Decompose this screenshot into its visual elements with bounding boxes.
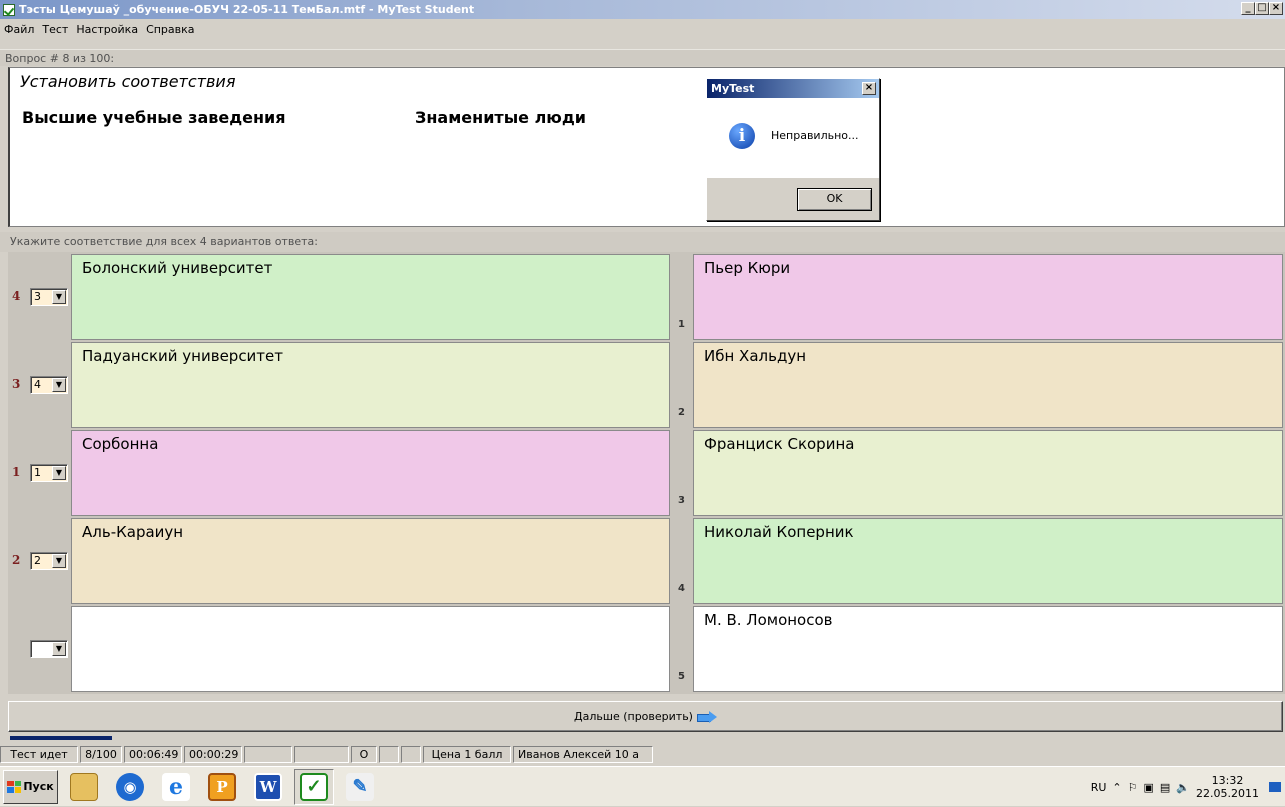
chevron-down-icon[interactable]: ▼ — [52, 554, 66, 568]
close-button[interactable]: × — [1269, 2, 1283, 15]
status-question-time: 00:00:29 — [184, 746, 242, 763]
start-button[interactable]: Пуск — [3, 769, 58, 804]
left-answer-item: Сорбонна — [71, 430, 670, 516]
match-select[interactable]: 3 ▼ — [30, 288, 68, 306]
next-check-button[interactable]: Дальше (проверить) — [8, 701, 1283, 732]
status-state: Тест идет — [0, 746, 78, 763]
info-icon: i — [729, 123, 755, 149]
match-select-value: 2 — [34, 554, 41, 567]
tray-expand-icon[interactable]: ⌃ — [1112, 781, 1121, 794]
status-price: Цена 1 балл — [423, 746, 511, 763]
word-icon[interactable]: W — [248, 769, 288, 805]
media-player-icon[interactable]: ◉ — [110, 769, 150, 805]
right-answer-item: Ибн Хальдун — [693, 342, 1283, 428]
left-item-number: 2 — [12, 553, 21, 567]
chevron-down-icon[interactable]: ▼ — [52, 290, 66, 304]
clock-time: 13:32 — [1211, 774, 1244, 787]
chevron-down-icon[interactable]: ▼ — [52, 642, 66, 656]
left-item-number: 1 — [12, 465, 21, 479]
clock-date: 22.05.2011 — [1196, 787, 1259, 800]
status-letter: О — [351, 746, 377, 763]
title-bar: Тэсты Цемушаў _обучение-ОБУЧ 22-05-11 Те… — [0, 0, 1285, 19]
status-empty-3 — [379, 746, 399, 763]
system-tray: RU ⌃ ⚐ ▣ ▤ 🔈 13:32 22.05.2011 — [1091, 767, 1285, 807]
match-select-value: 1 — [34, 466, 41, 479]
minimize-button[interactable]: _ — [1241, 2, 1255, 15]
menu-settings[interactable]: Настройка — [76, 23, 138, 36]
right-answer-item: Франциск Скорина — [693, 430, 1283, 516]
left-answer-item: Болонский университет — [71, 254, 670, 340]
right-item-number: 3 — [678, 495, 685, 506]
dialog-title: MyTest × — [707, 79, 879, 98]
match-select-value: 4 — [34, 378, 41, 391]
right-column-heading: Знаменитые люди — [415, 108, 586, 127]
left-column-heading: Высшие учебные заведения — [22, 108, 286, 127]
chevron-down-icon[interactable]: ▼ — [52, 466, 66, 480]
language-indicator[interactable]: RU — [1091, 781, 1107, 794]
windows-flag-icon — [7, 780, 22, 793]
right-item-number: 1 — [678, 319, 685, 330]
status-empty-2 — [294, 746, 349, 763]
dialog-message: Неправильно... — [771, 129, 859, 142]
chevron-down-icon[interactable]: ▼ — [52, 378, 66, 392]
match-select[interactable]: ▼ — [30, 640, 68, 658]
match-select[interactable]: 1 ▼ — [30, 464, 68, 482]
file-manager-icon[interactable] — [64, 769, 104, 805]
clock[interactable]: 13:32 22.05.2011 — [1196, 774, 1259, 800]
flag-icon[interactable]: ⚐ — [1128, 781, 1138, 794]
match-select[interactable]: 4 ▼ — [30, 376, 68, 394]
dialog-close-button[interactable]: × — [862, 82, 876, 95]
right-answer-item: М. В. Ломоносов — [693, 606, 1283, 692]
menu-help[interactable]: Справка — [146, 23, 194, 36]
next-button-label: Дальше (проверить) — [574, 710, 693, 723]
question-number: Вопрос # 8 из 100: — [0, 49, 1285, 66]
left-item-number: 4 — [12, 289, 21, 303]
powerpoint-icon[interactable]: P — [202, 769, 242, 805]
dialog-body: i Неправильно... — [707, 98, 879, 178]
network-icon[interactable]: ▤ — [1160, 781, 1170, 794]
mytest-app-icon — [3, 3, 15, 16]
internet-explorer-icon[interactable]: e — [156, 769, 196, 805]
progress-bar — [10, 736, 1283, 743]
match-select-value: 3 — [34, 290, 41, 303]
taskbar: Пуск ◉ e P W ✓ ✎ RU ⌃ ⚐ ▣ ▤ 🔈 13:32 22.0… — [0, 766, 1285, 806]
progress-fill — [10, 736, 112, 740]
right-item-number: 4 — [678, 583, 685, 594]
left-answer-item — [71, 606, 670, 692]
status-elapsed: 00:06:49 — [124, 746, 182, 763]
right-answer-item: Пьер Кюри — [693, 254, 1283, 340]
menu-test[interactable]: Тест — [42, 23, 68, 36]
right-item-number: 2 — [678, 407, 685, 418]
show-desktop-icon[interactable] — [1269, 782, 1281, 792]
match-select[interactable]: 2 ▼ — [30, 552, 68, 570]
left-item-number: 3 — [12, 377, 21, 391]
mytest-icon[interactable]: ✓ — [294, 768, 334, 805]
status-bar: Тест идет 8/100 00:06:49 00:00:29 О Цена… — [0, 746, 1285, 764]
message-dialog: MyTest × i Неправильно... OK — [706, 78, 880, 221]
question-instruction: Установить соответствия — [20, 72, 236, 91]
window-title: Тэсты Цемушаў _обучение-ОБУЧ 22-05-11 Те… — [19, 3, 475, 16]
status-student: Иванов Алексей 10 а — [513, 746, 653, 763]
status-empty-1 — [244, 746, 292, 763]
right-item-number: 5 — [678, 671, 685, 682]
arrow-right-icon — [696, 710, 717, 723]
matching-panel: Болонский университет 4 3 ▼ Падуанский униве… — [8, 252, 1285, 694]
dialog-title-text: MyTest — [711, 82, 755, 95]
left-answer-item: Аль-Караиун — [71, 518, 670, 604]
question-panel: Установить соответствия Высшие учебные з… — [8, 67, 1285, 227]
ok-button[interactable]: OK — [797, 188, 872, 211]
right-answer-item: Николай Коперник — [693, 518, 1283, 604]
volume-icon[interactable]: 🔈 — [1176, 781, 1190, 794]
maximize-button[interactable]: □ — [1255, 2, 1269, 15]
device-icon[interactable]: ▣ — [1144, 781, 1154, 794]
paint-icon[interactable]: ✎ — [340, 769, 380, 805]
status-empty-4 — [401, 746, 421, 763]
start-label: Пуск — [23, 780, 54, 793]
status-count: 8/100 — [80, 746, 122, 763]
left-answer-item: Падуанский университет — [71, 342, 670, 428]
answer-hint: Укажите соответствие для всех 4 варианто… — [0, 232, 1285, 252]
menu-bar: Файл Тест Настройка Справка — [0, 19, 1285, 39]
menu-file[interactable]: Файл — [4, 23, 34, 36]
